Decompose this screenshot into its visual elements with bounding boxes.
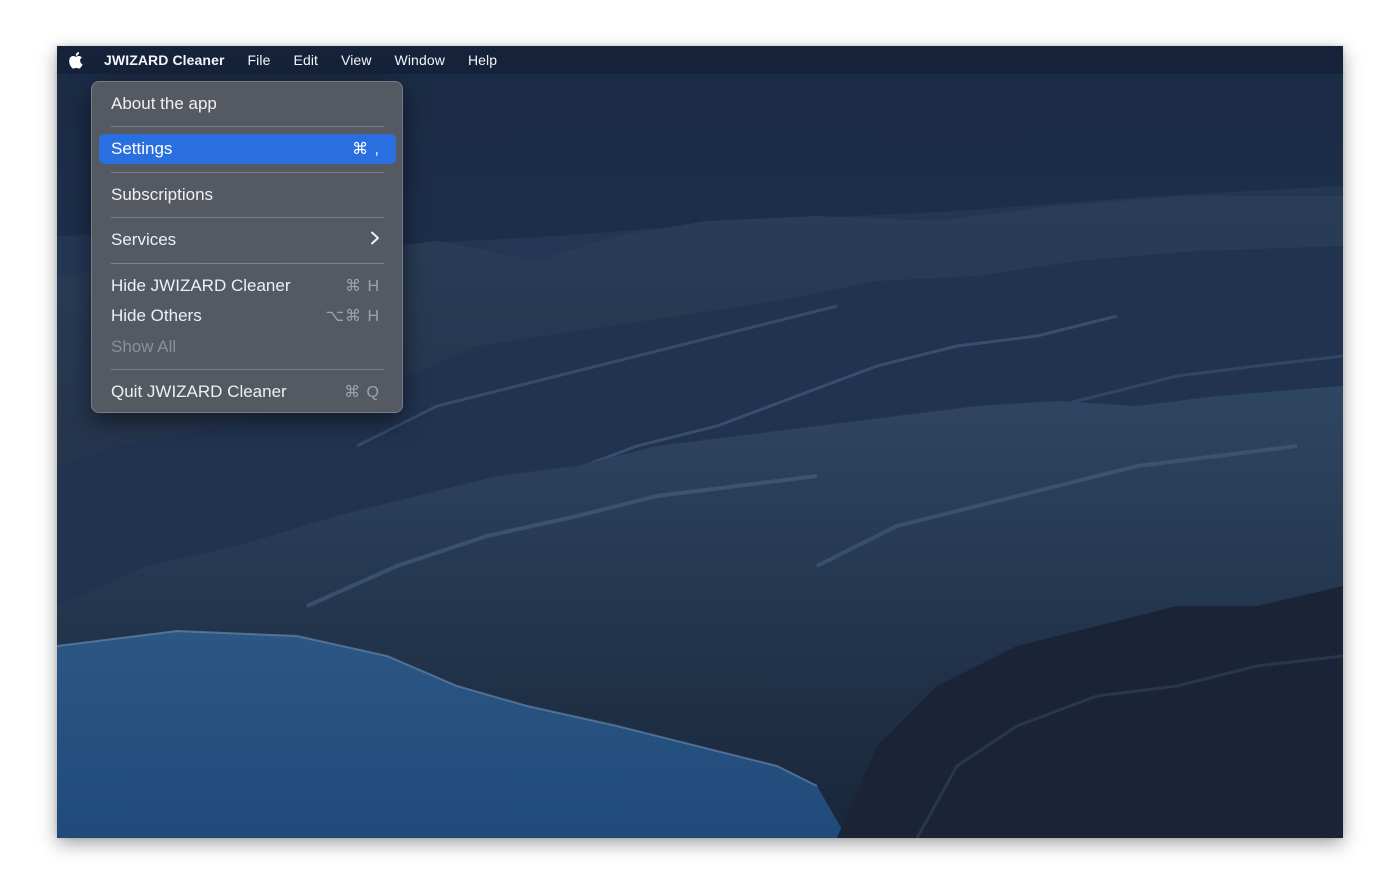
desktop-screen: JWIZARD Cleaner File Edit View Window He…: [57, 46, 1343, 838]
chevron-right-icon: [370, 230, 380, 250]
menu-item-hide-others[interactable]: Hide Others ⌥⌘ H: [99, 301, 396, 331]
menu-item-label: Show All: [111, 337, 177, 356]
menu-separator: [111, 172, 384, 173]
menu-view[interactable]: View: [341, 52, 372, 68]
menu-app-name[interactable]: JWIZARD Cleaner: [104, 52, 225, 68]
menu-item-about[interactable]: About the app: [99, 89, 396, 119]
menu-item-hide-app[interactable]: Hide JWIZARD Cleaner ⌘ H: [99, 271, 396, 301]
menu-item-label: Settings: [111, 139, 173, 158]
menu-separator: [111, 217, 384, 218]
shortcut-label: ⌥⌘ H: [325, 308, 380, 325]
shortcut-label: ⌘ ,: [352, 141, 380, 158]
menu-window[interactable]: Window: [395, 52, 445, 68]
menu-bar: JWIZARD Cleaner File Edit View Window He…: [57, 46, 1343, 74]
menu-item-services[interactable]: Services: [99, 225, 396, 255]
menu-separator: [111, 263, 384, 264]
shortcut-label: ⌘ Q: [344, 384, 380, 401]
menu-item-quit[interactable]: Quit JWIZARD Cleaner ⌘ Q: [99, 377, 396, 407]
menu-item-label: Quit JWIZARD Cleaner: [111, 382, 287, 401]
menu-edit[interactable]: Edit: [294, 52, 319, 68]
menu-separator: [111, 126, 384, 127]
menu-item-label: About the app: [111, 94, 217, 113]
menu-item-label: Services: [111, 230, 177, 249]
shortcut-label: ⌘ H: [345, 278, 380, 295]
menu-file[interactable]: File: [248, 52, 271, 68]
menu-item-subscriptions[interactable]: Subscriptions: [99, 180, 396, 210]
menu-help[interactable]: Help: [468, 52, 497, 68]
menu-item-label: Subscriptions: [111, 185, 214, 204]
menu-item-label: Hide JWIZARD Cleaner: [111, 276, 291, 295]
apple-logo-icon[interactable]: [67, 51, 83, 69]
menu-item-settings[interactable]: Settings ⌘ ,: [99, 134, 396, 164]
app-dropdown-menu: About the app Settings ⌘ , Subscriptions…: [91, 81, 403, 413]
menu-item-label: Hide Others: [111, 306, 202, 325]
menu-separator: [111, 369, 384, 370]
menu-item-show-all: Show All: [99, 332, 396, 362]
